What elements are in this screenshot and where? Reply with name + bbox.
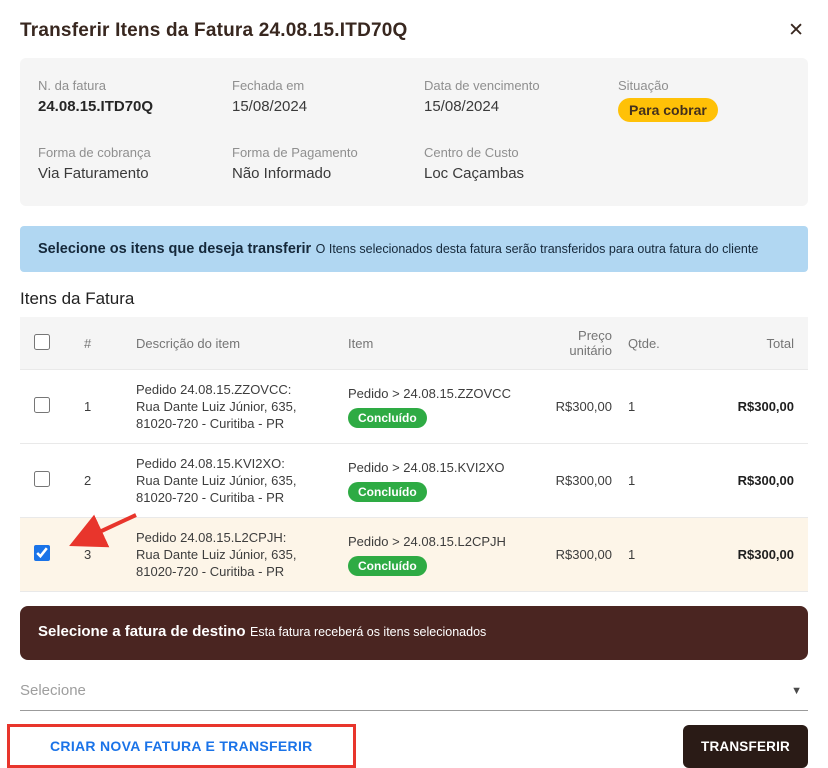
modal-title: Transferir Itens da Fatura 24.08.15.ITD7… bbox=[20, 20, 408, 42]
field-billing-method: Forma de cobrança Via Faturamento bbox=[38, 145, 232, 182]
field-value: Via Faturamento bbox=[38, 165, 232, 182]
modal-header: Transferir Itens da Fatura 24.08.15.ITD7… bbox=[20, 0, 808, 58]
row-checkbox[interactable] bbox=[34, 545, 50, 561]
unit-price: R$300,00 bbox=[528, 370, 620, 444]
column-header-item: Item bbox=[340, 317, 528, 370]
field-cost-center: Centro de Custo Loc Caçambas bbox=[424, 145, 618, 182]
notice-subtitle: O Itens selecionados desta fatura serão … bbox=[316, 242, 759, 256]
quantity: 1 bbox=[620, 444, 698, 518]
notice-subtitle: Esta fatura receberá os itens selecionad… bbox=[250, 625, 486, 639]
select-items-notice: Selecione os itens que deseja transferir… bbox=[20, 226, 808, 272]
status-badge: Para cobrar bbox=[618, 98, 718, 122]
item-description: Pedido 24.08.15.L2CPJH: Rua Dante Luiz J… bbox=[136, 529, 332, 580]
row-checkbox[interactable] bbox=[34, 397, 50, 413]
select-placeholder: Selecione bbox=[20, 682, 86, 699]
field-status: Situação Para cobrar bbox=[618, 78, 790, 122]
destination-invoice-select[interactable]: Selecione ▼ bbox=[20, 682, 808, 711]
field-value: 24.08.15.ITD70Q bbox=[38, 98, 232, 115]
red-highlight-annotation: CRIAR NOVA FATURA E TRANSFERIR bbox=[7, 724, 356, 768]
destination-notice: Selecione a fatura de destino Esta fatur… bbox=[20, 606, 808, 660]
field-invoice-number: N. da fatura 24.08.15.ITD70Q bbox=[38, 78, 232, 122]
table-header-row: # Descrição do item Item Preço unitário … bbox=[20, 317, 808, 370]
table-row-selected: 3 Pedido 24.08.15.L2CPJH: Rua Dante Luiz… bbox=[20, 518, 808, 592]
field-value: 15/08/2024 bbox=[424, 98, 618, 115]
field-label: Forma de Pagamento bbox=[232, 145, 424, 160]
row-total: R$300,00 bbox=[698, 518, 808, 592]
item-status-badge: Concluído bbox=[348, 556, 427, 576]
field-label: Centro de Custo bbox=[424, 145, 618, 160]
field-label: Data de vencimento bbox=[424, 78, 618, 93]
column-header-num: # bbox=[76, 317, 128, 370]
field-label: Situação bbox=[618, 78, 790, 93]
modal-footer: CRIAR NOVA FATURA E TRANSFERIR TRANSFERI… bbox=[20, 724, 808, 768]
quantity: 1 bbox=[620, 518, 698, 592]
invoice-items-table: # Descrição do item Item Preço unitário … bbox=[20, 317, 808, 592]
field-label: N. da fatura bbox=[38, 78, 232, 93]
field-closed-at: Fechada em 15/08/2024 bbox=[232, 78, 424, 122]
row-checkbox[interactable] bbox=[34, 471, 50, 487]
row-number: 3 bbox=[76, 518, 128, 592]
quantity: 1 bbox=[620, 370, 698, 444]
row-number: 2 bbox=[76, 444, 128, 518]
notice-title: Selecione os itens que deseja transferir bbox=[38, 241, 311, 257]
transfer-button[interactable]: TRANSFERIR bbox=[683, 725, 808, 768]
transfer-items-modal: Transferir Itens da Fatura 24.08.15.ITD7… bbox=[0, 0, 828, 768]
unit-price: R$300,00 bbox=[528, 444, 620, 518]
item-description: Pedido 24.08.15.KVI2XO: Rua Dante Luiz J… bbox=[136, 455, 332, 506]
close-icon[interactable]: ✕ bbox=[784, 19, 808, 42]
field-value: Não Informado bbox=[232, 165, 424, 182]
column-header-price: Preço unitário bbox=[528, 317, 620, 370]
item-status-badge: Concluído bbox=[348, 408, 427, 428]
item-reference: Pedido > 24.08.15.L2CPJH bbox=[348, 534, 520, 549]
field-value: Loc Caçambas bbox=[424, 165, 618, 182]
create-new-invoice-button[interactable]: CRIAR NOVA FATURA E TRANSFERIR bbox=[10, 727, 353, 765]
select-all-checkbox[interactable] bbox=[34, 334, 50, 350]
field-label: Forma de cobrança bbox=[38, 145, 232, 160]
unit-price: R$300,00 bbox=[528, 518, 620, 592]
table-row: 1 Pedido 24.08.15.ZZOVCC: Rua Dante Luiz… bbox=[20, 370, 808, 444]
field-payment-method: Forma de Pagamento Não Informado bbox=[232, 145, 424, 182]
row-number: 1 bbox=[76, 370, 128, 444]
field-value: 15/08/2024 bbox=[232, 98, 424, 115]
column-header-total: Total bbox=[698, 317, 808, 370]
invoice-summary-card: N. da fatura 24.08.15.ITD70Q Fechada em … bbox=[20, 58, 808, 206]
item-reference: Pedido > 24.08.15.ZZOVCC bbox=[348, 386, 520, 401]
column-header-qty: Qtde. bbox=[620, 317, 698, 370]
chevron-down-icon: ▼ bbox=[791, 685, 808, 697]
field-label: Fechada em bbox=[232, 78, 424, 93]
table-row: 2 Pedido 24.08.15.KVI2XO: Rua Dante Luiz… bbox=[20, 444, 808, 518]
column-header-desc: Descrição do item bbox=[128, 317, 340, 370]
field-due-date: Data de vencimento 15/08/2024 bbox=[424, 78, 618, 122]
item-description: Pedido 24.08.15.ZZOVCC: Rua Dante Luiz J… bbox=[136, 381, 332, 432]
item-reference: Pedido > 24.08.15.KVI2XO bbox=[348, 460, 520, 475]
row-total: R$300,00 bbox=[698, 370, 808, 444]
items-section-title: Itens da Fatura bbox=[20, 289, 808, 309]
row-total: R$300,00 bbox=[698, 444, 808, 518]
notice-title: Selecione a fatura de destino bbox=[38, 623, 246, 640]
item-status-badge: Concluído bbox=[348, 482, 427, 502]
